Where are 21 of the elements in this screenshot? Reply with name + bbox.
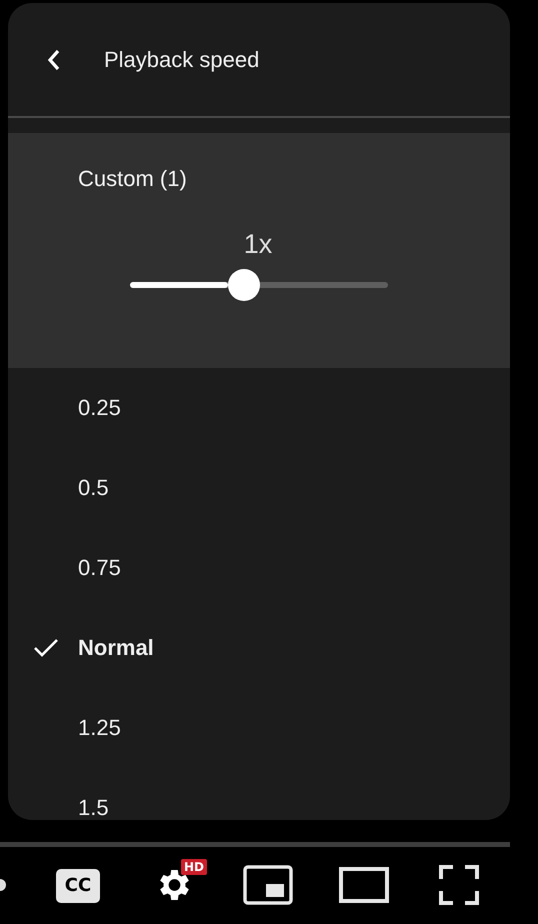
checkmark-icon xyxy=(33,638,59,658)
subtitles-button[interactable]: CC xyxy=(56,868,100,902)
speed-option[interactable]: Normal xyxy=(8,608,510,688)
speed-option[interactable]: 1.25 xyxy=(8,688,510,768)
back-icon xyxy=(46,48,62,72)
speed-value: 1x xyxy=(244,229,272,260)
speed-option[interactable]: 0.75 xyxy=(8,528,510,608)
menu-title: Playback speed xyxy=(104,46,260,72)
theater-mode-button[interactable] xyxy=(339,866,389,902)
rectangle-icon xyxy=(339,866,389,902)
slider-thumb[interactable] xyxy=(228,269,260,301)
speed-option[interactable]: 0.25 xyxy=(8,368,510,448)
custom-speed-label: Custom (1) xyxy=(78,166,188,192)
speed-option[interactable]: 0.5 xyxy=(8,448,510,528)
fullscreen-icon xyxy=(439,864,479,904)
fullscreen-button[interactable] xyxy=(439,864,479,904)
miniplayer-icon xyxy=(243,864,293,904)
speed-slider[interactable] xyxy=(130,269,388,301)
speed-option[interactable]: 1.5 xyxy=(8,768,510,820)
hd-badge: HD xyxy=(180,858,207,874)
miniplayer-button[interactable] xyxy=(243,864,293,904)
